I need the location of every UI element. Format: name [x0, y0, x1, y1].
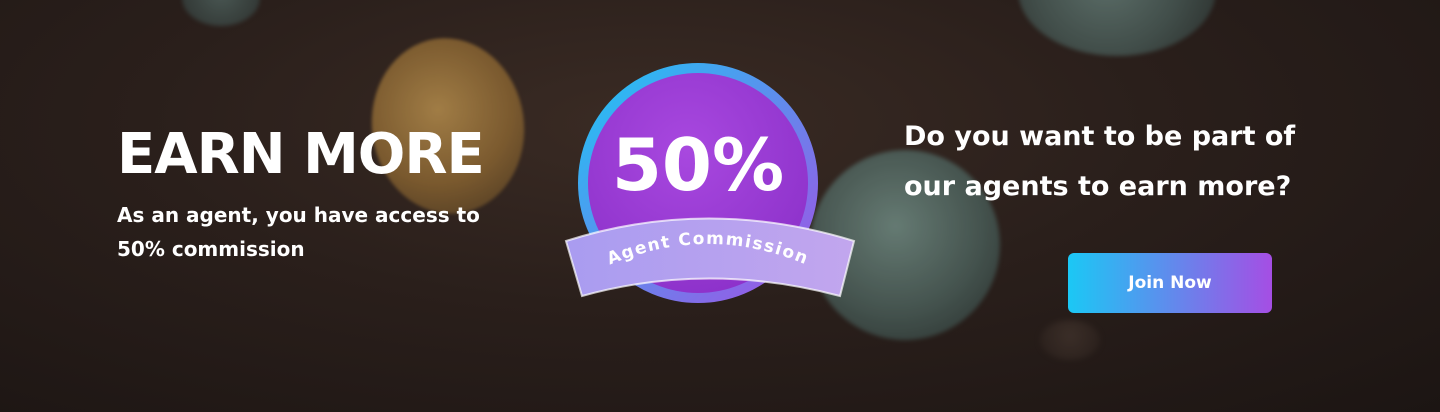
background-coin — [1018, 0, 1216, 56]
background-coin — [1040, 320, 1100, 360]
background-coin — [182, 0, 260, 26]
commission-badge-graphic: 50% Agent Commission — [564, 63, 856, 303]
subtext-line-1: As an agent, you have access to — [117, 203, 480, 227]
commission-badge: 50% Agent Commission — [560, 58, 860, 308]
badge-percent: 50% — [612, 123, 784, 207]
join-question: Do you want to be part of our agents to … — [904, 112, 1374, 212]
promo-banner: EARN MORE As an agent, you have access t… — [0, 0, 1440, 412]
subtext-line-2: 50% commission — [117, 237, 305, 261]
subtext: As an agent, you have access to 50% comm… — [117, 198, 557, 266]
join-question-line-1: Do you want to be part of — [904, 121, 1296, 152]
headline: EARN MORE — [117, 122, 485, 187]
join-question-line-2: our agents to earn more? — [904, 171, 1292, 202]
join-now-button[interactable]: Join Now — [1068, 253, 1272, 313]
earn-more-section: EARN MORE As an agent, you have access t… — [117, 122, 557, 266]
join-agents-section: Do you want to be part of our agents to … — [904, 112, 1374, 212]
